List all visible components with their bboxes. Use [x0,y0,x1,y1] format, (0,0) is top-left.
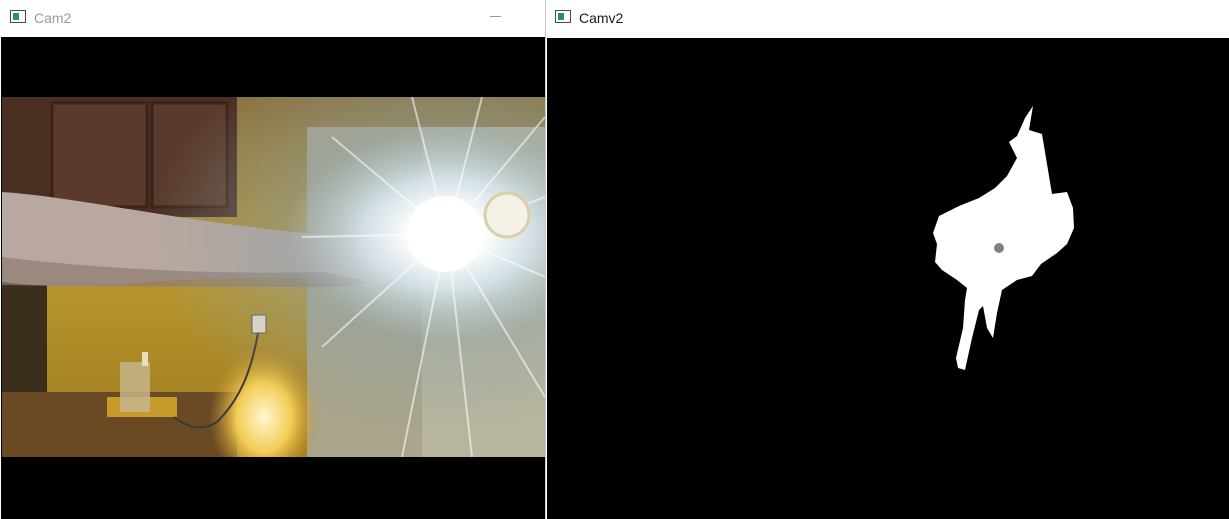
window-icon [555,10,571,23]
cam2-titlebar[interactable]: Cam2 [0,0,545,36]
cam2-window[interactable]: Cam2 [0,0,546,519]
camv2-window-title: Camv2 [579,10,624,26]
threshold-mask-image [547,38,1229,519]
camv2-titlebar[interactable]: Camv2 [546,0,1229,36]
cam2-window-title: Cam2 [34,10,72,26]
camv2-window[interactable]: Camv2 [546,0,1229,519]
centroid-marker [994,243,1004,253]
minimize-button[interactable] [472,0,518,36]
window-icon [10,10,26,23]
camera-feed-image [2,97,545,457]
cam2-viewport[interactable] [1,37,545,519]
minimize-icon [490,16,501,17]
camv2-viewport[interactable] [547,38,1229,519]
